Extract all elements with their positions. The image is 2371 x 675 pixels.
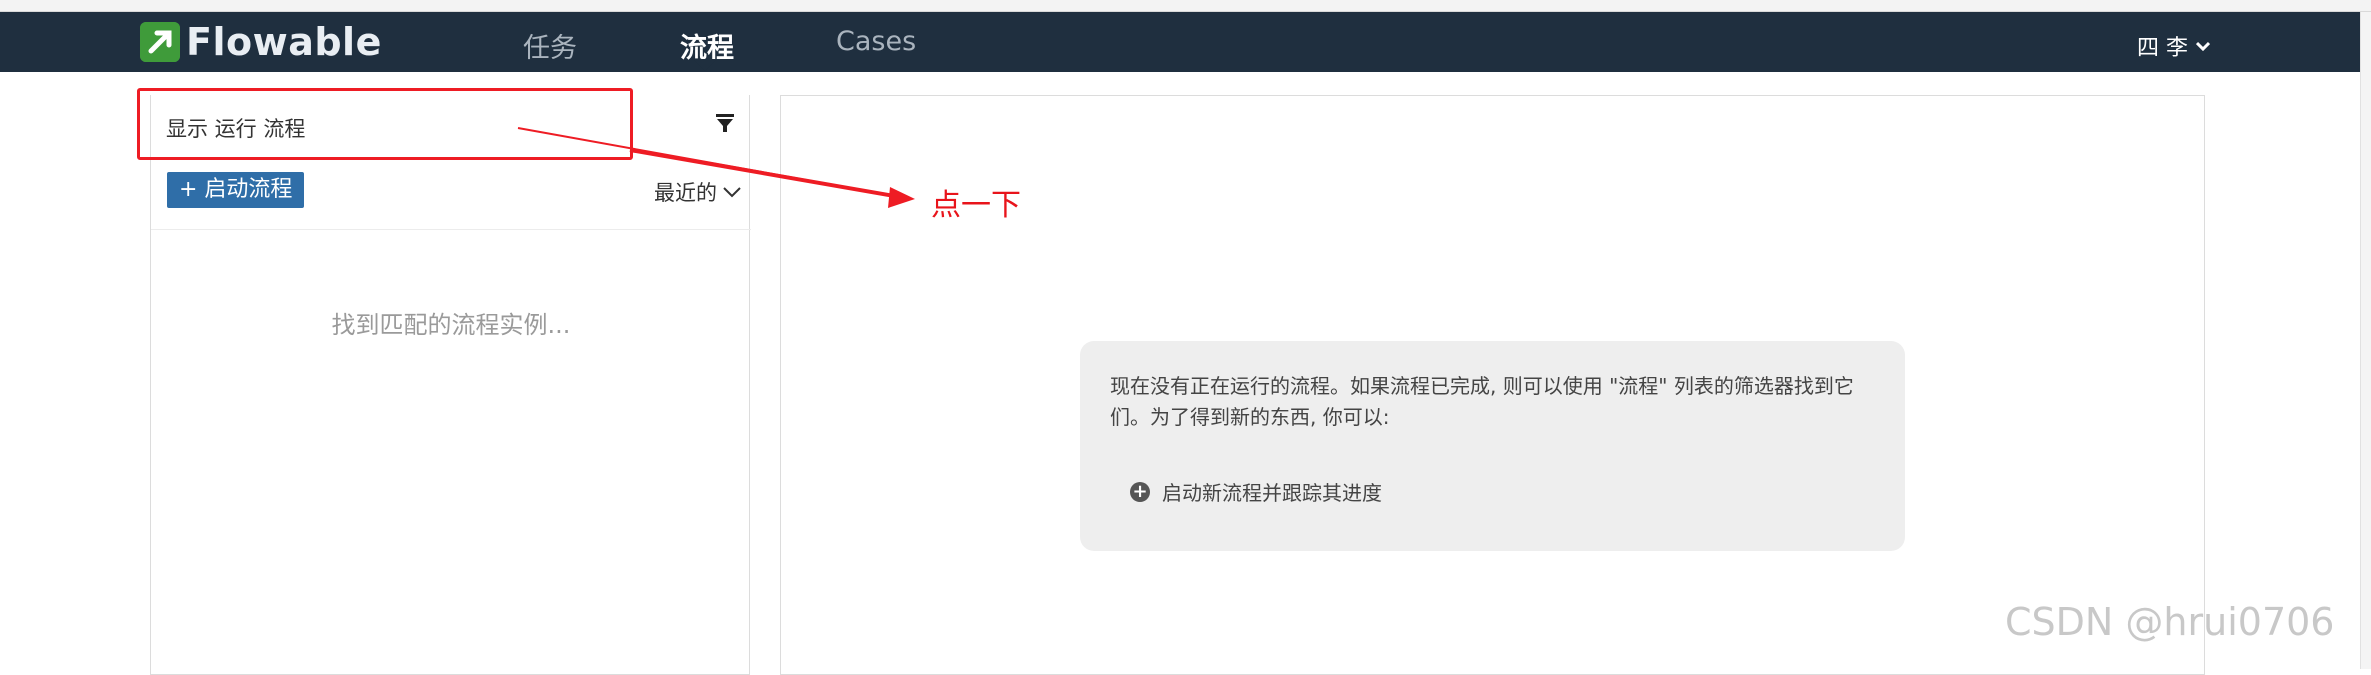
watermark: CSDN @hrui0706 [2005,600,2335,644]
annotation-text: 点一下 [931,188,1021,223]
annotation-arrow [517,127,915,208]
